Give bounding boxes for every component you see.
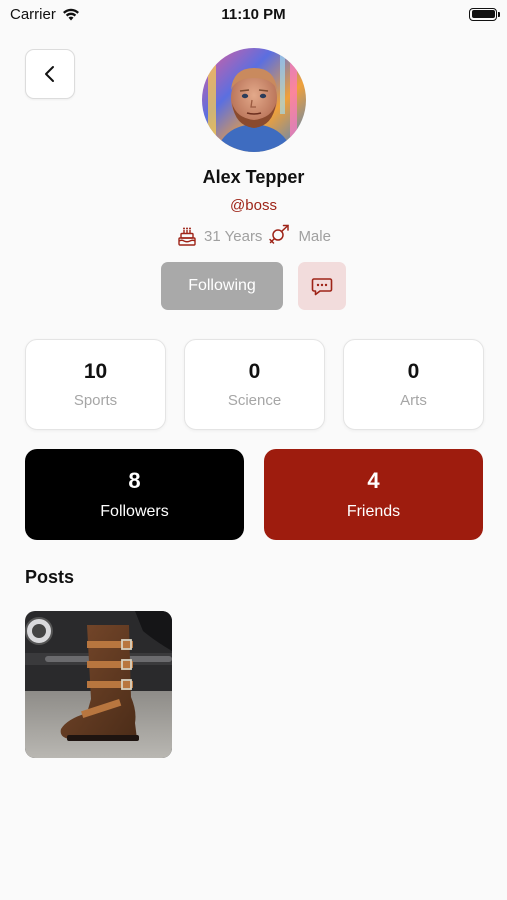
profile-handle: @boss [230,197,277,214]
stat-value: 0 [407,360,420,383]
gender-icon [269,224,290,244]
profile-meta: 31 Years Male [0,224,507,248]
friends-label: Friends [346,503,401,520]
wifi-icon [62,8,79,20]
message-button[interactable] [298,262,346,310]
stat-card-sports[interactable]: 10 Sports [25,339,166,430]
friends-count: 4 [367,468,380,493]
age-label: 31 Years [204,227,263,245]
posts-heading: Posts [25,567,75,587]
stat-card-arts[interactable]: 0 Arts [343,339,484,430]
stat-value: 0 [248,360,261,383]
back-button[interactable] [25,49,75,99]
followers-count: 8 [128,468,141,493]
chat-bubble-icon [311,278,333,296]
following-label: Following [188,277,256,294]
stat-card-science[interactable]: 0 Science [184,339,325,430]
gender-info: Male [268,224,331,248]
followers-label: Followers [100,503,169,520]
stat-label: Arts [400,392,427,409]
gender-label: Male [298,227,331,245]
avatar [202,48,306,152]
stat-label: Science [227,392,282,409]
chevron-left-icon [45,66,54,82]
followers-card[interactable]: 8 Followers [25,449,244,540]
carrier-label: Carrier [10,5,56,23]
status-bar: Carrier 11:10 PM [0,0,507,28]
battery-icon [469,7,500,21]
birthday-cake-icon [178,227,196,246]
friends-card[interactable]: 4 Friends [264,449,483,540]
following-button[interactable]: Following [161,262,283,310]
post-thumbnail[interactable] [25,611,172,758]
stat-value: 10 [83,360,108,383]
age-info: 31 Years [176,225,262,247]
profile-name: Alex Tepper [202,167,305,187]
status-left: Carrier [10,6,80,23]
stat-label: Sports [73,392,118,409]
